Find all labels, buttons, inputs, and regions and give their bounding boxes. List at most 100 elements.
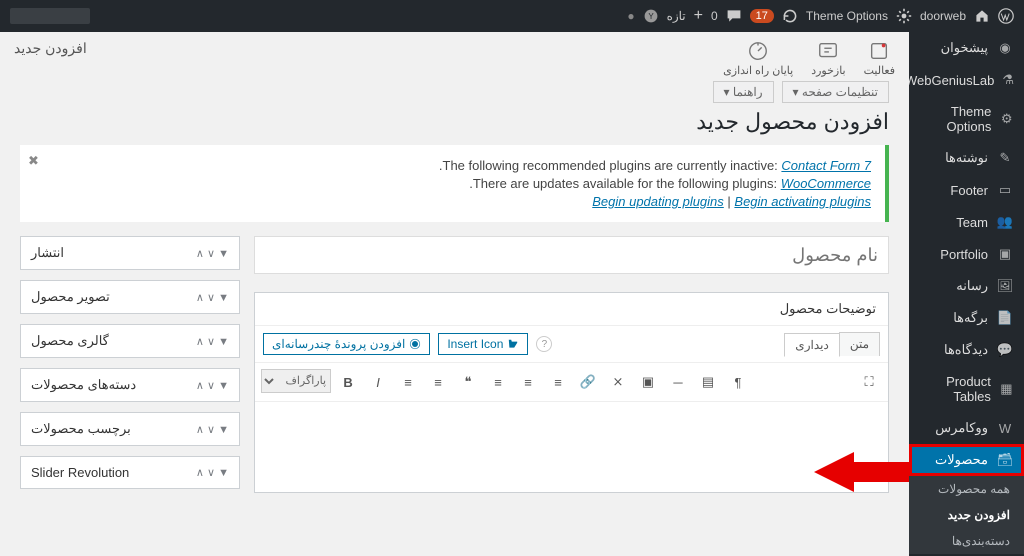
comment-icon[interactable] [726,8,742,24]
yoast-icon[interactable]: Y [643,8,659,24]
sidebar-item-media[interactable]: 🖼رسانه [909,270,1024,302]
refresh-icon[interactable] [782,8,798,24]
new-label[interactable]: تازه [667,9,686,23]
insert-icon-button[interactable]: Insert Icon [438,333,528,355]
woo-icon: W [996,421,1014,436]
main-column: توضیحات محصول متن دیداری ? Insert Icon ا… [254,236,889,493]
metabox-categories: ▼ ∨ ∧ دسته‌های محصولات [20,368,240,402]
sidebar-item-woocommerce[interactable]: W ووکامرس [909,412,1024,444]
site-name[interactable]: doorweb [920,9,966,23]
list-ol-icon[interactable]: ≡ [425,369,451,395]
editor-tabs: متن دیداری [785,332,880,356]
sidebar-item-label: پیشخوان [941,40,988,56]
wizard-tab-label: پایان راه اندازی [723,64,793,77]
toolbar-toggle-icon[interactable]: ▤ [695,369,721,395]
wizard-tab-finish[interactable]: پایان راه اندازی [723,40,793,77]
paragraph-select[interactable]: پاراگراف [261,369,331,393]
dashboard-icon: ◉ [996,40,1014,56]
readmore-icon[interactable]: ─ [665,369,691,395]
screen-options-button[interactable]: تنظیمات صفحه ▾ [782,81,889,103]
editor-textarea[interactable] [255,402,888,492]
sidebar-item-portfolio[interactable]: ▣Portfolio [909,238,1024,270]
sidebar-item-pages[interactable]: 📄برگه‌ها [909,302,1024,334]
sidebar-item-label: WebGeniusLab [909,73,994,88]
sidebar-item-product-tables[interactable]: ▦Product Tables [909,366,1024,412]
metabox-publish: ▼ ∨ ∧انتشار [20,236,240,270]
archive-icon: 🗃 [996,452,1014,468]
gear-icon[interactable] [896,8,912,24]
align-right-icon[interactable]: ≡ [545,369,571,395]
sidebar-submenu: همه محصولات افزودن جدید دسته‌بندی‌ها [909,476,1024,554]
image-icon[interactable]: ▣ [635,369,661,395]
close-icon[interactable]: ✖ [28,153,39,169]
metabox-toggles[interactable]: ▼ ∨ ∧ [196,335,229,348]
sidebar-item-products[interactable]: 🗃محصولات [909,444,1024,476]
sidebar-item-team[interactable]: 👥Team [909,206,1024,238]
sidebar-item-label: رسانه [956,278,988,294]
product-title-input[interactable] [254,236,889,274]
metabox-toggles[interactable]: ▼ ∨ ∧ [196,423,229,436]
breadcrumb: افزودن جدید [14,40,87,57]
red-arrow [814,452,909,492]
editor-toolbar: ⛶ ¶ ▤ ─ ▣ ⨯ 🔗 ≡ ≡ ≡ ❝ [255,363,888,402]
sidebar-item-label: Product Tables [919,374,991,404]
update-badge[interactable]: 17 [750,9,774,23]
quote-icon[interactable]: ❝ [455,369,481,395]
paragraph-icon[interactable]: ¶ [725,369,751,395]
tab-visual[interactable]: دیداری [784,333,840,357]
sidebar-item-dashboard[interactable]: ◉ پیشخوان [909,32,1024,64]
tab-text[interactable]: متن [839,332,880,356]
notice-link-woo[interactable]: WooCommerce [781,176,871,191]
metabox-title: دسته‌های محصولات [31,377,136,393]
sidebar-item-label: برگه‌ها [953,310,988,326]
home-icon[interactable] [974,8,990,24]
notice-action-activate[interactable]: Begin activating plugins [734,194,871,209]
metabox-tags: ▼ ∨ ∧برچسب محصولات [20,412,240,446]
topbar-left [10,8,90,24]
metabox-toggles[interactable]: ▼ ∨ ∧ [196,466,229,479]
team-icon: 👥 [996,214,1014,230]
browser-blur [10,8,90,24]
sidebar-item-label: ووکامرس [935,420,988,436]
sidebar-item-footer[interactable]: ▭Footer [909,174,1024,206]
metabox-toggles[interactable]: ▼ ∨ ∧ [196,379,229,392]
page-title: افزودن محصول جدید [0,103,909,145]
bold-icon[interactable]: B [335,369,361,395]
list-ul-icon[interactable]: ≡ [395,369,421,395]
add-media-button[interactable]: افزودن پروندهٔ چندرسانه‌ای [263,333,430,355]
link-icon[interactable]: 🔗 [575,369,601,395]
plus-icon[interactable]: + [694,7,703,25]
flask-icon: ⚗ [1002,72,1014,88]
help-button[interactable]: راهنما ▾ [713,81,774,103]
metabox-toggles[interactable]: ▼ ∨ ∧ [196,291,229,304]
side-column: ▼ ∨ ∧انتشار ▼ ∨ ∧تصویر محصول ▼ ∨ ∧گالری … [20,236,240,493]
sidebar-item-theme-options[interactable]: ⚙Theme Options [909,96,1024,142]
wizard-tab-label: بازخورد [811,64,845,77]
comment-count: 0 [711,9,718,23]
align-center-icon[interactable]: ≡ [515,369,541,395]
fullscreen-icon[interactable]: ⛶ [856,369,882,395]
italic-icon[interactable]: I [365,369,391,395]
sidebar-item-comments[interactable]: 💬دیدگاه‌ها [909,334,1024,366]
theme-options-link[interactable]: Theme Options [806,9,888,23]
metabox-toggles[interactable]: ▼ ∨ ∧ [196,247,229,260]
editor-header: متن دیداری ? Insert Icon افزودن پروندهٔ … [255,326,888,363]
sidebar-item-wgl[interactable]: ⚗ WebGeniusLab [909,64,1024,96]
sidebar-item-label: Theme Options [919,104,991,134]
wizard-tab-feedback[interactable]: بازخورد [811,40,845,77]
sub-categories[interactable]: دسته‌بندی‌ها [909,528,1024,554]
sidebar-item-posts[interactable]: ✎نوشته‌ها [909,142,1024,174]
notice-action-update[interactable]: Begin updating plugins [592,194,724,209]
sub-add-new[interactable]: افزودن جدید [909,502,1024,528]
button-label: Insert Icon [447,337,503,351]
wordpress-icon[interactable] [998,8,1014,24]
unlink-icon[interactable]: ⨯ [605,369,631,395]
align-left-icon[interactable]: ≡ [485,369,511,395]
sub-all-products[interactable]: همه محصولات [909,476,1024,502]
wizard-tab-activity[interactable]: فعالیت [864,40,895,77]
admin-topbar: doorweb Theme Options 17 0 + تازه Y ● [0,0,1024,32]
notice-link-cf7[interactable]: Contact Form 7 [781,158,871,173]
sidebar-item-label: نوشته‌ها [945,150,988,166]
help-icon[interactable]: ? [536,336,552,352]
yoast-bullet: ● [627,9,634,23]
